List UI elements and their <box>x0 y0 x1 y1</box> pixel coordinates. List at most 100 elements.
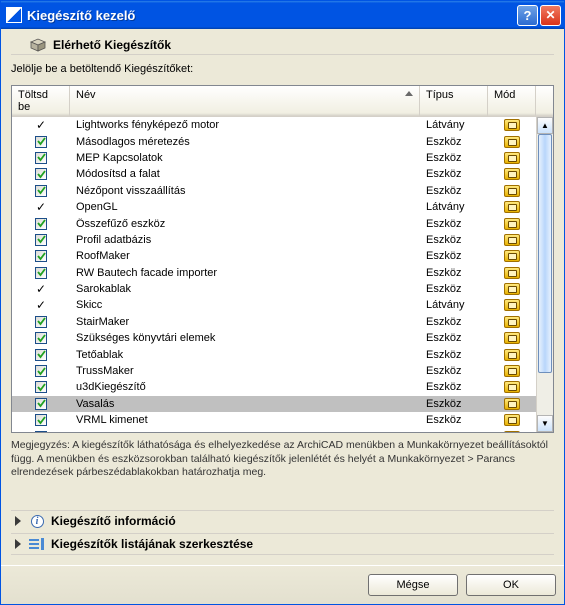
table-row[interactable]: ✓OpenGLLátvány <box>12 199 536 215</box>
checkbox-icon[interactable] <box>35 381 47 393</box>
mode-cell[interactable] <box>488 414 536 426</box>
checkbox-icon[interactable] <box>35 267 47 279</box>
mode-cell[interactable] <box>488 136 536 148</box>
column-name[interactable]: Név <box>70 86 420 116</box>
table-row[interactable]: StairMakerEszköz <box>12 314 536 330</box>
load-cell[interactable] <box>12 250 70 262</box>
checkbox-icon[interactable] <box>35 316 47 328</box>
checkbox-icon[interactable] <box>35 168 47 180</box>
load-cell[interactable] <box>12 365 70 377</box>
checkbox-icon[interactable] <box>35 250 47 262</box>
name-cell: Lightworks fényképező motor <box>70 119 420 131</box>
mode-cell[interactable] <box>488 316 536 328</box>
table-row[interactable]: TetőablakEszköz <box>12 346 536 362</box>
mode-cell[interactable] <box>488 332 536 344</box>
table-row[interactable]: u3dKiegészítőEszköz <box>12 379 536 395</box>
table-row[interactable]: VasalásEszköz <box>12 396 536 412</box>
table-header: Töltsd be Név Típus Mód <box>12 86 553 117</box>
checkbox-icon[interactable] <box>35 431 47 432</box>
load-cell[interactable] <box>12 218 70 230</box>
mode-cell[interactable] <box>488 283 536 295</box>
checkbox-icon[interactable] <box>35 398 47 410</box>
table-row[interactable]: Szükséges könyvtári elemekEszköz <box>12 330 536 346</box>
load-cell[interactable]: ✓ <box>12 299 70 311</box>
panel-edit-list[interactable]: Kiegészítők listájának szerkesztése <box>11 533 554 555</box>
load-cell[interactable] <box>12 332 70 344</box>
load-cell[interactable]: ✓ <box>12 283 70 295</box>
mode-cell[interactable] <box>488 398 536 410</box>
mode-cell[interactable] <box>488 218 536 230</box>
scroll-down-button[interactable]: ▼ <box>537 415 553 432</box>
cancel-button[interactable]: Mégse <box>368 574 458 596</box>
load-cell[interactable] <box>12 381 70 393</box>
mode-cell[interactable] <box>488 168 536 180</box>
mode-cell[interactable] <box>488 431 536 432</box>
load-cell[interactable] <box>12 431 70 432</box>
mode-cell[interactable] <box>488 250 536 262</box>
table-row[interactable]: MEP KapcsolatokEszköz <box>12 150 536 166</box>
mode-cell[interactable] <box>488 299 536 311</box>
checkbox-icon[interactable] <box>35 332 47 344</box>
table-row[interactable]: TrussMakerEszköz <box>12 363 536 379</box>
load-cell[interactable] <box>12 168 70 180</box>
load-cell[interactable] <box>12 234 70 246</box>
load-cell[interactable] <box>12 414 70 426</box>
panel-addon-info[interactable]: i Kiegészítő információ <box>11 510 554 531</box>
name-cell: RW Bautech facade importer <box>70 267 420 279</box>
load-cell[interactable] <box>12 136 70 148</box>
checkbox-icon[interactable] <box>35 365 47 377</box>
mode-cell[interactable] <box>488 152 536 164</box>
table-row[interactable]: ✓SkiccLátvány <box>12 297 536 313</box>
table-row[interactable]: VRML kimenetEszköz <box>12 412 536 428</box>
load-cell[interactable]: ✓ <box>12 201 70 213</box>
mode-cell[interactable] <box>488 365 536 377</box>
checkbox-icon[interactable] <box>35 136 47 148</box>
mode-cell[interactable] <box>488 119 536 131</box>
vertical-scrollbar[interactable]: ▲ ▼ <box>536 117 553 432</box>
scroll-up-button[interactable]: ▲ <box>537 117 553 134</box>
scroll-thumb[interactable] <box>538 134 552 373</box>
checkbox-icon[interactable] <box>35 152 47 164</box>
load-cell[interactable] <box>12 185 70 197</box>
mode-cell[interactable] <box>488 201 536 213</box>
mode-cell[interactable] <box>488 234 536 246</box>
mode-cell[interactable] <box>488 381 536 393</box>
column-load[interactable]: Töltsd be <box>12 86 70 116</box>
table-row[interactable]: Profil adatbázisEszköz <box>12 232 536 248</box>
load-cell[interactable] <box>12 267 70 279</box>
table-row[interactable]: RoofMakerEszköz <box>12 248 536 264</box>
load-cell[interactable] <box>12 398 70 410</box>
scroll-track[interactable] <box>537 134 553 415</box>
load-cell[interactable]: ✓ <box>12 119 70 131</box>
mode-cell[interactable] <box>488 185 536 197</box>
load-cell[interactable] <box>12 349 70 361</box>
checkbox-icon[interactable] <box>35 234 47 246</box>
checkbox-icon[interactable] <box>35 349 47 361</box>
column-type[interactable]: Típus <box>420 86 488 116</box>
name-cell: Profil adatbázis <box>70 234 420 246</box>
column-mode[interactable]: Mód <box>488 86 536 116</box>
load-cell[interactable] <box>12 316 70 328</box>
mode-cell[interactable] <box>488 267 536 279</box>
checkbox-icon[interactable] <box>35 218 47 230</box>
name-cell: Nézőpont visszaállítás <box>70 185 420 197</box>
table-row[interactable]: RW Bautech facade importerEszköz <box>12 265 536 281</box>
table-row[interactable]: WaveFront 3D kimenetEszköz <box>12 428 536 432</box>
table-row[interactable]: ✓SarokablakEszköz <box>12 281 536 297</box>
load-cell[interactable] <box>12 152 70 164</box>
help-button[interactable]: ? <box>517 5 538 26</box>
table-row[interactable]: Módosítsd a falatEszköz <box>12 166 536 182</box>
name-cell: WaveFront 3D kimenet <box>70 431 420 432</box>
checkbox-icon[interactable] <box>35 414 47 426</box>
table-row[interactable]: Másodlagos méretezésEszköz <box>12 133 536 149</box>
close-button[interactable]: ✕ <box>540 5 561 26</box>
mode-folder-icon <box>504 136 520 148</box>
table-row[interactable]: Nézőpont visszaállításEszköz <box>12 183 536 199</box>
table-row[interactable]: Összefűző eszközEszköz <box>12 215 536 231</box>
type-cell: Eszköz <box>420 185 488 197</box>
table-row[interactable]: ✓Lightworks fényképező motorLátvány <box>12 117 536 133</box>
type-cell: Eszköz <box>420 349 488 361</box>
ok-button[interactable]: OK <box>466 574 556 596</box>
mode-cell[interactable] <box>488 349 536 361</box>
checkbox-icon[interactable] <box>35 185 47 197</box>
